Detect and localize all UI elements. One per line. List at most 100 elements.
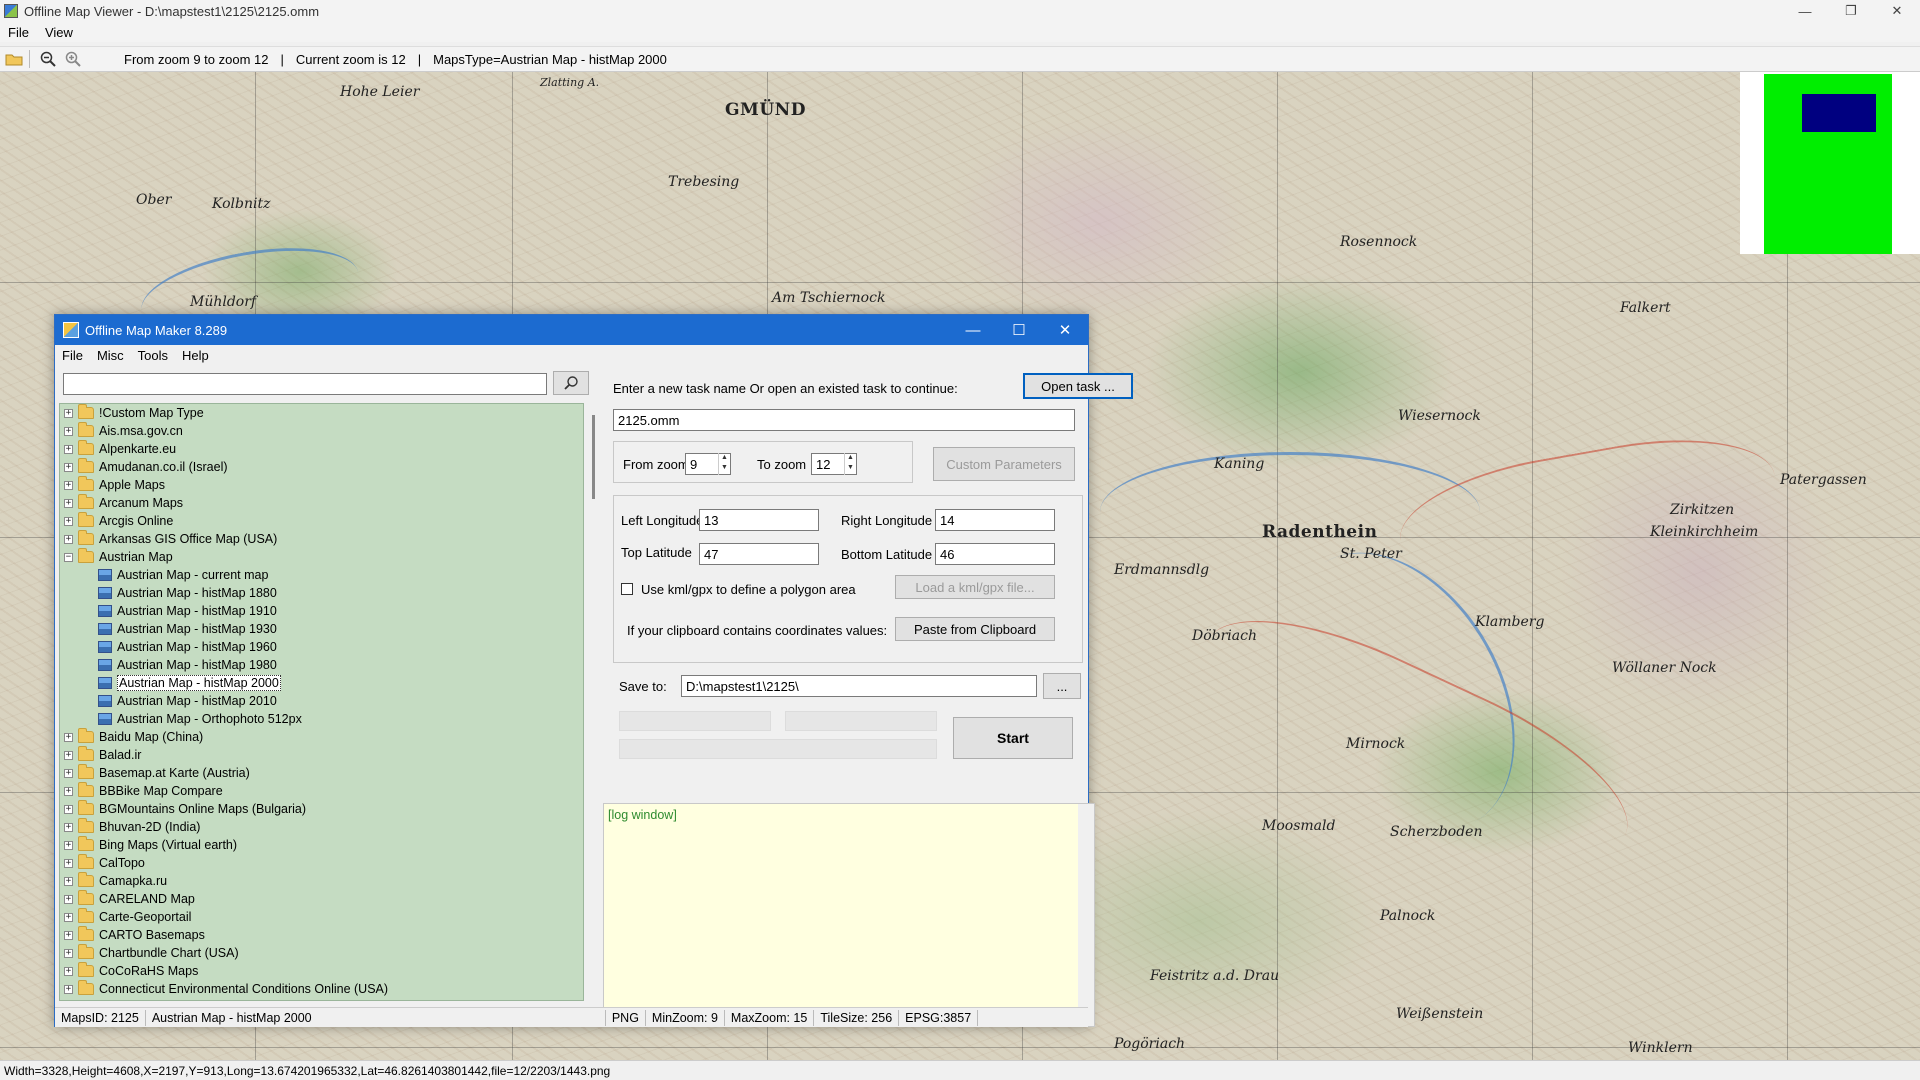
task-name-input[interactable]: 2125.omm	[613, 409, 1075, 431]
tree-folder-item[interactable]: + !Custom Map Type	[60, 404, 583, 422]
dialog-close-button[interactable]: ✕	[1042, 315, 1088, 345]
expand-icon[interactable]: +	[64, 822, 73, 832]
tree-folder-item[interactable]: + Arkansas GIS Office Map (USA)	[60, 530, 583, 548]
overview-viewport[interactable]	[1802, 94, 1876, 132]
expand-icon[interactable]: +	[64, 966, 73, 976]
open-folder-icon[interactable]	[3, 48, 25, 70]
tree-map-item[interactable]: Austrian Map - histMap 2010	[60, 692, 583, 710]
tree-folder-item[interactable]: + Basemap.at Karte (Austria)	[60, 764, 583, 782]
tree-map-item[interactable]: Austrian Map - histMap 2000	[60, 674, 583, 692]
menu-view[interactable]: View	[37, 25, 81, 40]
tree-folder-item[interactable]: + Camapka.ru	[60, 872, 583, 890]
expand-icon[interactable]: +	[64, 750, 73, 760]
expand-icon[interactable]: +	[64, 858, 73, 868]
tree-folder-item[interactable]: + Connecticut Environmental Conditions On…	[60, 980, 583, 998]
tree-folder-item[interactable]: − Austrian Map	[60, 548, 583, 566]
spin-down-icon[interactable]: ▼	[719, 463, 730, 473]
bottom-latitude-input[interactable]: 46	[935, 543, 1055, 565]
tree-folder-item[interactable]: + Bhuvan-2D (India)	[60, 818, 583, 836]
tree-map-item[interactable]: Austrian Map - histMap 1960	[60, 638, 583, 656]
expand-icon[interactable]: +	[64, 930, 73, 940]
tree-folder-item[interactable]: + BBBike Map Compare	[60, 782, 583, 800]
custom-parameters-button[interactable]: Custom Parameters	[933, 447, 1075, 481]
kml-polygon-checkbox[interactable]	[621, 583, 633, 595]
dialog-minimize-button[interactable]: —	[950, 315, 996, 345]
expand-icon[interactable]: +	[64, 804, 73, 814]
tree-folder-item[interactable]: + Bing Maps (Virtual earth)	[60, 836, 583, 854]
tree-folder-item[interactable]: + CARELAND Map	[60, 890, 583, 908]
dialog-menu-file[interactable]: File	[55, 348, 90, 363]
log-window[interactable]: [log window]	[603, 803, 1095, 1027]
tree-scrollbar[interactable]	[587, 403, 604, 1001]
dialog-maximize-button[interactable]: ☐	[996, 315, 1042, 345]
expand-icon[interactable]: +	[64, 786, 73, 796]
tree-folder-item[interactable]: + BGMountains Online Maps (Bulgaria)	[60, 800, 583, 818]
expand-icon[interactable]: +	[64, 426, 73, 436]
collapse-icon[interactable]: −	[64, 552, 73, 562]
expand-icon[interactable]: +	[64, 480, 73, 490]
tree-map-item[interactable]: Austrian Map - Orthophoto 512px	[60, 710, 583, 728]
left-longitude-input[interactable]: 13	[699, 509, 819, 531]
tree-map-item[interactable]: Austrian Map - histMap 1980	[60, 656, 583, 674]
expand-icon[interactable]: +	[64, 534, 73, 544]
expand-icon[interactable]: +	[64, 462, 73, 472]
expand-icon[interactable]: +	[64, 732, 73, 742]
right-longitude-input[interactable]: 14	[935, 509, 1055, 531]
expand-icon[interactable]: +	[64, 894, 73, 904]
minimize-button[interactable]: —	[1782, 0, 1828, 22]
tree-folder-item[interactable]: + CARTO Basemaps	[60, 926, 583, 944]
start-button[interactable]: Start	[953, 717, 1073, 759]
zoom-in-icon[interactable]	[62, 48, 84, 70]
tree-map-item[interactable]: Austrian Map - histMap 1910	[60, 602, 583, 620]
tree-folder-item[interactable]: + Amudanan.co.il (Israel)	[60, 458, 583, 476]
tree-folder-item[interactable]: + CalTopo	[60, 854, 583, 872]
menu-file[interactable]: File	[0, 25, 37, 40]
expand-icon[interactable]: +	[64, 912, 73, 922]
spin-up-icon[interactable]: ▲	[845, 453, 856, 463]
dialog-menu-misc[interactable]: Misc	[90, 348, 131, 363]
load-kml-button[interactable]: Load a kml/gpx file...	[895, 575, 1055, 599]
overview-minimap[interactable]	[1764, 74, 1892, 254]
dialog-menu-tools[interactable]: Tools	[131, 348, 175, 363]
from-zoom-spinner[interactable]: ▲ ▼	[718, 453, 730, 475]
spin-up-icon[interactable]: ▲	[719, 453, 730, 463]
tree-scroll-thumb[interactable]	[592, 415, 595, 499]
expand-icon[interactable]: +	[64, 768, 73, 778]
tree-folder-item[interactable]: + Carte-Geoportail	[60, 908, 583, 926]
dialog-menu-help[interactable]: Help	[175, 348, 216, 363]
expand-icon[interactable]: +	[64, 984, 73, 994]
tree-folder-item[interactable]: + Apple Maps	[60, 476, 583, 494]
close-button[interactable]: ✕	[1874, 0, 1920, 22]
tree-map-item[interactable]: Austrian Map - current map	[60, 566, 583, 584]
tree-folder-item[interactable]: + Chartbundle Chart (USA)	[60, 944, 583, 962]
tree-folder-item[interactable]: + Alpenkarte.eu	[60, 440, 583, 458]
tree-folder-item[interactable]: + Arcgis Online	[60, 512, 583, 530]
search-button[interactable]	[553, 371, 589, 395]
expand-icon[interactable]: +	[64, 948, 73, 958]
map-type-search-input[interactable]	[63, 373, 547, 395]
spin-down-icon[interactable]: ▼	[845, 463, 856, 473]
to-zoom-spinner[interactable]: ▲ ▼	[844, 453, 856, 475]
top-latitude-input[interactable]: 47	[699, 543, 819, 565]
tree-folder-item[interactable]: + Baidu Map (China)	[60, 728, 583, 746]
expand-icon[interactable]: +	[64, 444, 73, 454]
zoom-out-icon[interactable]	[37, 48, 59, 70]
expand-icon[interactable]: +	[64, 876, 73, 886]
restore-button[interactable]: ❐	[1828, 0, 1874, 22]
tree-folder-item[interactable]: + CoCoRaHS Maps	[60, 962, 583, 980]
expand-icon[interactable]: +	[64, 840, 73, 850]
save-to-input[interactable]: D:\mapstest1\2125\	[681, 675, 1037, 697]
tree-folder-item[interactable]: + Arcanum Maps	[60, 494, 583, 512]
tree-folder-item[interactable]: + Ais.msa.gov.cn	[60, 422, 583, 440]
expand-icon[interactable]: +	[64, 516, 73, 526]
expand-icon[interactable]: +	[64, 408, 73, 418]
tree-map-item[interactable]: Austrian Map - histMap 1930	[60, 620, 583, 638]
browse-button[interactable]: ...	[1043, 673, 1081, 699]
open-task-button[interactable]: Open task ...	[1023, 373, 1133, 399]
expand-icon[interactable]: +	[64, 498, 73, 508]
log-scrollbar[interactable]	[1078, 804, 1094, 1026]
tree-folder-item[interactable]: + Balad.ir	[60, 746, 583, 764]
paste-clipboard-button[interactable]: Paste from Clipboard	[895, 617, 1055, 641]
tree-map-item[interactable]: Austrian Map - histMap 1880	[60, 584, 583, 602]
map-type-tree[interactable]: + !Custom Map Type + Ais.msa.gov.cn + Alpenka…	[59, 403, 584, 1001]
